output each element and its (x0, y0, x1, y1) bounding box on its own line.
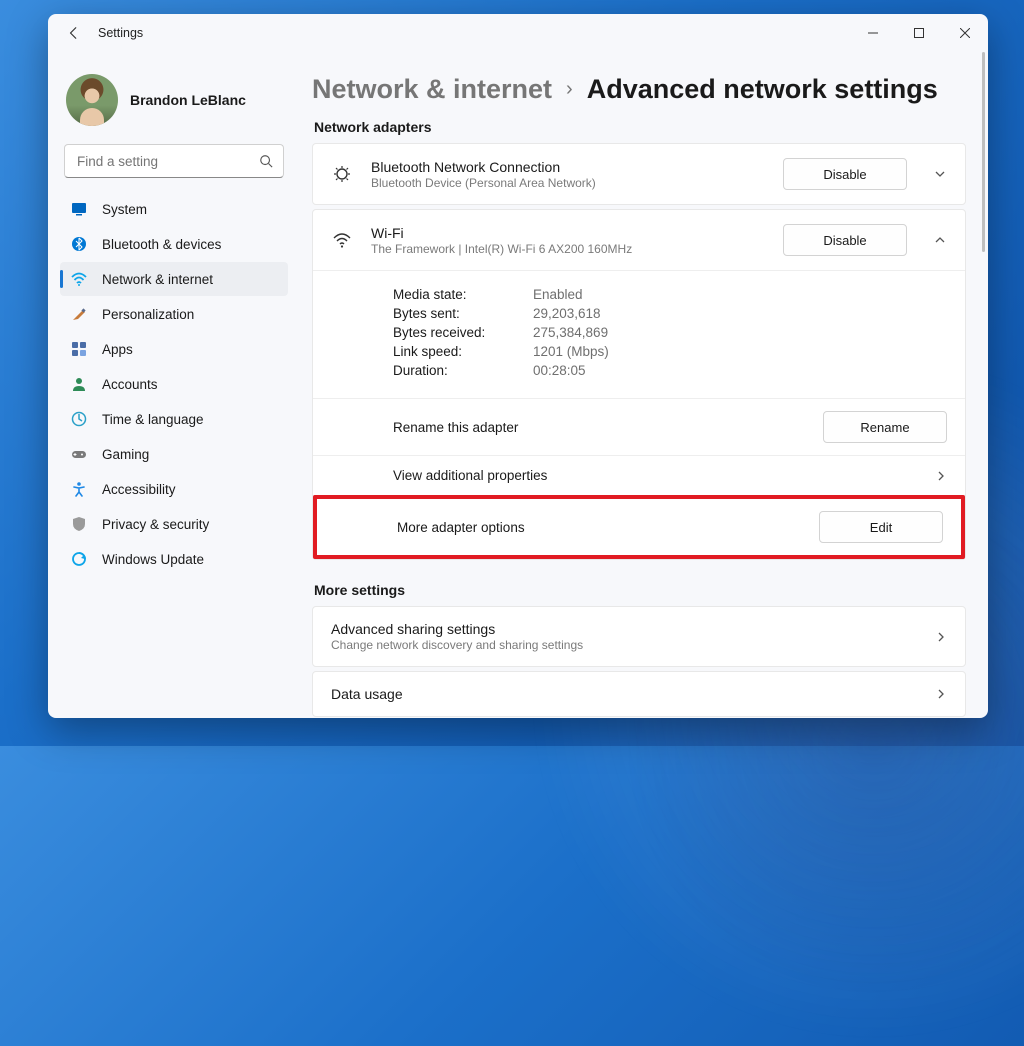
bluetooth-icon (70, 235, 88, 253)
detail-value: 275,384,869 (533, 325, 608, 340)
rename-button[interactable]: Rename (823, 411, 947, 443)
nav-item-apps[interactable]: Apps (60, 332, 288, 366)
search-box[interactable] (64, 144, 284, 178)
section-more-settings: More settings (314, 582, 966, 598)
app-title: Settings (98, 26, 143, 40)
settings-window: Settings Brandon LeBlanc (48, 14, 988, 718)
view-properties-label: View additional properties (393, 468, 935, 483)
more-card-advanced-sharing[interactable]: Advanced sharing settings Change network… (312, 606, 966, 667)
detail-value: Enabled (533, 287, 583, 302)
nav-label: Apps (102, 342, 133, 357)
nav-label: Bluetooth & devices (102, 237, 221, 252)
chevron-down-icon[interactable] (933, 168, 947, 180)
nav-label: Network & internet (102, 272, 213, 287)
chevron-right-icon (935, 631, 947, 643)
nav-label: Time & language (102, 412, 204, 427)
more-card-data-usage[interactable]: Data usage (312, 671, 966, 717)
adapter-header-wifi[interactable]: Wi-Fi The Framework | Intel(R) Wi-Fi 6 A… (313, 210, 965, 271)
more-adapter-options-row: More adapter options Edit (317, 499, 961, 555)
detail-label: Bytes sent: (393, 306, 503, 321)
rename-adapter-row: Rename this adapter Rename (313, 399, 965, 456)
gamepad-icon (70, 445, 88, 463)
scrollbar-thumb[interactable] (982, 52, 985, 252)
wifi-details: Media state: Enabled Bytes sent: 29,203,61… (313, 271, 965, 399)
detail-label: Duration: (393, 363, 503, 378)
main-content: Network & internet › Advanced network se… (296, 52, 988, 718)
scrollbar-track[interactable] (982, 52, 987, 718)
window-controls (850, 14, 988, 52)
nav-label: Windows Update (102, 552, 204, 567)
adapter-title: Bluetooth Network Connection (371, 159, 765, 175)
section-network-adapters: Network adapters (314, 119, 966, 135)
breadcrumb-parent[interactable]: Network & internet (312, 74, 552, 105)
nav-label: Personalization (102, 307, 194, 322)
avatar (66, 74, 118, 126)
nav-label: Accounts (102, 377, 158, 392)
shield-icon (70, 515, 88, 533)
more-card-title: Advanced sharing settings (331, 621, 935, 637)
more-card-title: Data usage (331, 686, 935, 702)
minimize-button[interactable] (850, 14, 896, 52)
chevron-right-icon (935, 470, 947, 482)
highlight-annotation: More adapter options Edit (313, 495, 965, 559)
nav-item-personalization[interactable]: Personalization (60, 297, 288, 331)
search-icon (259, 154, 273, 168)
accessibility-icon (70, 480, 88, 498)
nav-list: System Bluetooth & devices Network & int… (60, 192, 288, 576)
search-input[interactable] (75, 153, 259, 170)
nav-item-bluetooth[interactable]: Bluetooth & devices (60, 227, 288, 261)
sidebar: Brandon LeBlanc System (48, 52, 296, 718)
clock-globe-icon (70, 410, 88, 428)
update-icon (70, 550, 88, 568)
person-icon (70, 375, 88, 393)
nav-label: Accessibility (102, 482, 176, 497)
apps-icon (70, 340, 88, 358)
nav-item-network[interactable]: Network & internet (60, 262, 288, 296)
detail-label: Bytes received: (393, 325, 503, 340)
disable-button[interactable]: Disable (783, 158, 907, 190)
disable-button[interactable]: Disable (783, 224, 907, 256)
adapter-title: Wi-Fi (371, 225, 765, 241)
adapter-card-wifi: Wi-Fi The Framework | Intel(R) Wi-Fi 6 A… (312, 209, 966, 560)
view-properties-row[interactable]: View additional properties (313, 456, 965, 496)
chevron-right-icon: › (566, 78, 573, 101)
nav-label: Privacy & security (102, 517, 209, 532)
nav-item-accessibility[interactable]: Accessibility (60, 472, 288, 506)
breadcrumb: Network & internet › Advanced network se… (312, 74, 966, 105)
nav-label: Gaming (102, 447, 149, 462)
system-icon (70, 200, 88, 218)
bluetooth-adapter-icon (331, 163, 353, 185)
wifi-icon (70, 270, 88, 288)
nav-item-windows-update[interactable]: Windows Update (60, 542, 288, 576)
maximize-button[interactable] (896, 14, 942, 52)
close-button[interactable] (942, 14, 988, 52)
detail-value: 00:28:05 (533, 363, 586, 378)
wifi-adapter-icon (331, 229, 353, 251)
chevron-up-icon[interactable] (933, 234, 947, 246)
nav-item-accounts[interactable]: Accounts (60, 367, 288, 401)
nav-item-time-language[interactable]: Time & language (60, 402, 288, 436)
back-button[interactable] (64, 23, 84, 43)
paintbrush-icon (70, 305, 88, 323)
detail-label: Link speed: (393, 344, 503, 359)
adapter-subtitle: Bluetooth Device (Personal Area Network) (371, 176, 765, 190)
more-options-label: More adapter options (397, 520, 819, 535)
nav-item-privacy[interactable]: Privacy & security (60, 507, 288, 541)
profile-name: Brandon LeBlanc (130, 92, 246, 108)
detail-value: 1201 (Mbps) (533, 344, 609, 359)
nav-item-system[interactable]: System (60, 192, 288, 226)
chevron-right-icon (935, 688, 947, 700)
profile[interactable]: Brandon LeBlanc (60, 62, 288, 144)
adapter-subtitle: The Framework | Intel(R) Wi-Fi 6 AX200 1… (371, 242, 765, 256)
breadcrumb-current: Advanced network settings (587, 74, 938, 105)
titlebar: Settings (48, 14, 988, 52)
edit-button[interactable]: Edit (819, 511, 943, 543)
rename-label: Rename this adapter (393, 420, 823, 435)
detail-value: 29,203,618 (533, 306, 601, 321)
adapter-card-bluetooth[interactable]: Bluetooth Network Connection Bluetooth D… (312, 143, 966, 205)
nav-label: System (102, 202, 147, 217)
more-card-subtitle: Change network discovery and sharing set… (331, 638, 935, 652)
detail-label: Media state: (393, 287, 503, 302)
nav-item-gaming[interactable]: Gaming (60, 437, 288, 471)
